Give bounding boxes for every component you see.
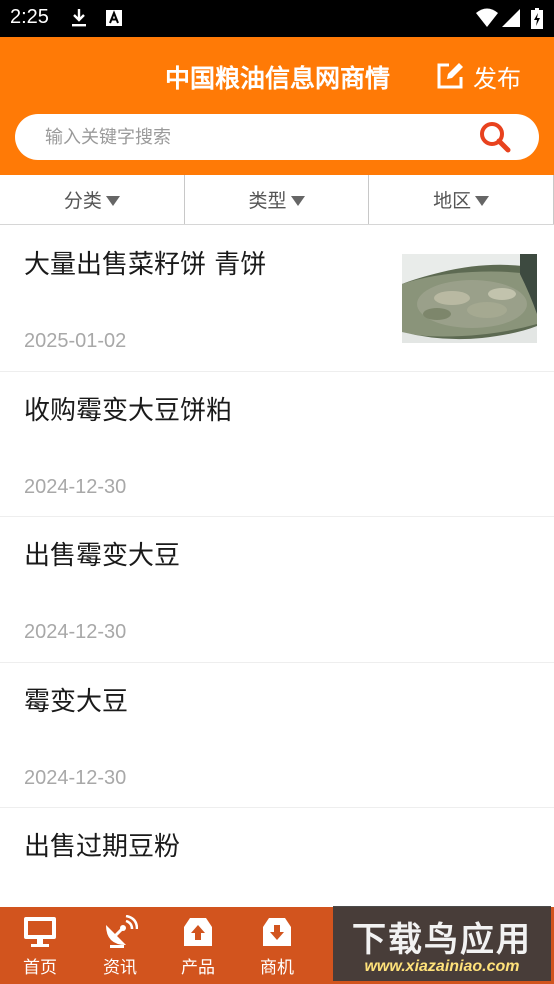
filter-label: 分类	[63, 190, 102, 212]
search-icon[interactable]	[479, 121, 511, 157]
upload-box-icon	[184, 918, 212, 946]
list-item[interactable]: 出售霉变大豆 2024-12-30	[0, 517, 554, 663]
tab-home[interactable]: 首页	[0, 907, 80, 984]
list-item[interactable]: 收购霉变大豆饼粕 2024-12-30	[0, 371, 554, 517]
monitor-icon	[24, 917, 56, 947]
download-box-icon	[263, 918, 291, 946]
item-title: 出售过期豆粉	[24, 832, 181, 862]
a-notification-icon	[105, 8, 123, 32]
filter-label: 类型	[248, 190, 287, 212]
status-bar: 2:25	[0, 0, 554, 37]
satellite-dish-icon	[106, 915, 138, 948]
watermark: 下载鸟应用 www.xiazainiao.com	[333, 906, 551, 981]
search-input[interactable]	[45, 122, 465, 152]
search-bar	[15, 114, 539, 160]
item-title: 收购霉变大豆饼粕	[24, 395, 233, 426]
watermark-url: www.xiazainiao.com	[364, 958, 520, 975]
filter-label: 地区	[433, 190, 472, 212]
edit-icon	[437, 63, 463, 89]
filter-bar: 分类 类型 地区	[0, 175, 554, 225]
list-item[interactable]: 大量出售菜籽饼 青饼 2025-01-02	[0, 226, 554, 372]
list-item[interactable]: 霉变大豆 2024-12-30	[0, 662, 554, 808]
tab-label: 资讯	[103, 958, 137, 978]
wifi-icon	[476, 8, 498, 32]
item-title: 出售霉变大豆	[24, 541, 181, 571]
listing-list: 大量出售菜籽饼 青饼 2025-01-02 收购霉变大豆饼粕 2024-12-3…	[0, 226, 554, 954]
battery-icon	[531, 8, 543, 34]
tab-news[interactable]: 资讯	[80, 907, 160, 984]
publish-label: 发布	[473, 64, 521, 93]
item-date: 2024-12-30	[24, 766, 127, 789]
item-date: 2025-01-02	[24, 330, 127, 352]
filter-region[interactable]: 地区	[369, 175, 554, 224]
item-title: 霉变大豆	[24, 686, 129, 717]
tab-label: 首页	[23, 958, 57, 978]
status-time: 2:25	[10, 6, 49, 28]
signal-icon	[502, 8, 520, 32]
tab-products[interactable]: 产品	[158, 907, 238, 984]
header: 中国粮油信息网商情 发布	[0, 37, 554, 175]
download-icon	[70, 8, 88, 32]
publish-button[interactable]: 发布	[435, 59, 521, 93]
item-thumbnail	[402, 254, 537, 343]
item-date: 2024-12-30	[24, 475, 127, 498]
dropdown-triangle-icon	[105, 195, 120, 206]
dropdown-triangle-icon	[290, 195, 305, 206]
tab-label: 商机	[260, 958, 294, 978]
item-date: 2024-12-30	[24, 621, 127, 643]
dropdown-triangle-icon	[475, 195, 490, 206]
tab-label: 产品	[181, 958, 215, 978]
watermark-text: 下载鸟应用	[352, 920, 532, 960]
filter-type[interactable]: 类型	[185, 175, 370, 224]
item-title: 大量出售菜籽饼 青饼	[24, 250, 267, 280]
filter-category[interactable]: 分类	[0, 175, 185, 224]
tab-opportunities[interactable]: 商机	[237, 907, 317, 984]
